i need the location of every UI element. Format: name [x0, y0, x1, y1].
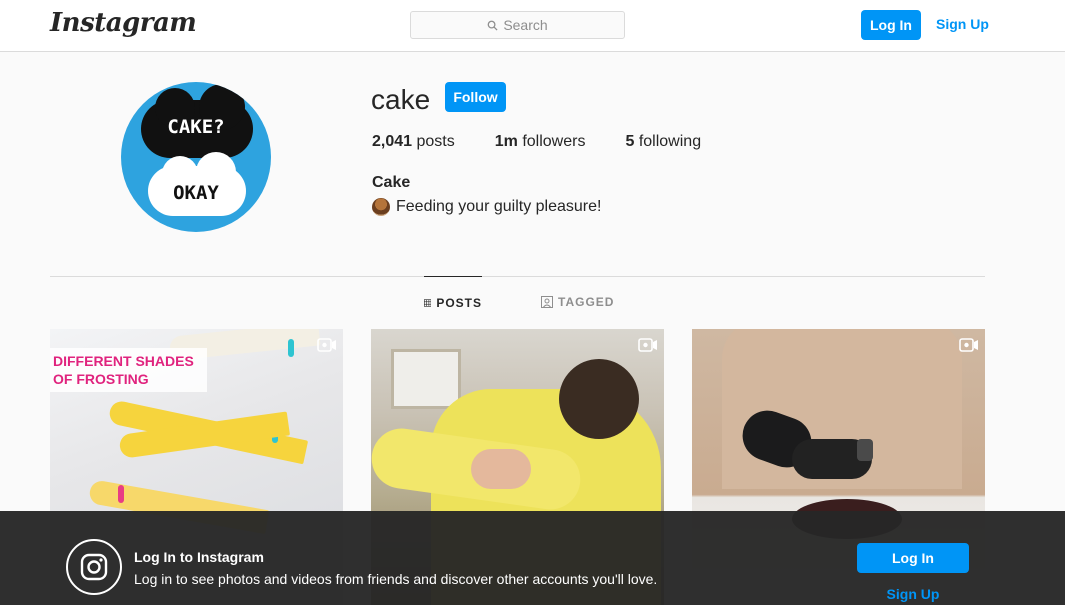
stat-following-value: 5 — [625, 133, 635, 150]
post-overlay-caption: DIFFERENT SHADES OF FROSTING — [50, 348, 207, 392]
banner-description: Log in to see photos and videos from fri… — [134, 571, 658, 587]
follow-button[interactable]: Follow — [445, 82, 506, 112]
login-button[interactable]: Log In — [861, 10, 921, 40]
video-icon — [638, 338, 657, 352]
tab-posts-label: POSTS — [436, 295, 482, 310]
avatar-top-text: CAKE? — [167, 116, 225, 138]
login-banner: Log In to Instagram Log in to see photos… — [0, 511, 1065, 605]
tab-posts[interactable]: POSTS — [424, 276, 482, 328]
stat-following[interactable]: 5 following — [625, 133, 701, 151]
stat-posts-label: posts — [416, 133, 455, 150]
stat-followers-label: followers — [522, 133, 586, 150]
post-overlay-line2: OF FROSTING — [53, 371, 149, 387]
top-navigation-bar: Instagram Search Log In Sign Up — [0, 0, 1065, 52]
cake-icon — [372, 198, 390, 216]
banner-title: Log In to Instagram — [134, 549, 264, 565]
person-hand — [471, 449, 531, 489]
stat-followers-value: 1m — [494, 133, 518, 150]
piping-tie — [288, 339, 294, 357]
stat-posts-value: 2,041 — [372, 133, 413, 150]
instagram-camera-icon — [66, 539, 122, 595]
instagram-logo[interactable]: Instagram — [50, 8, 197, 38]
profile-full-name: Cake — [372, 174, 411, 191]
profile-bio-text: Feeding your guilty pleasure! — [396, 198, 602, 215]
signup-link[interactable]: Sign Up — [936, 16, 989, 32]
search-placeholder: Search — [503, 17, 548, 33]
video-icon — [317, 338, 336, 352]
search-input[interactable]: Search — [410, 11, 625, 39]
profile-stats: 2,041 posts 1m followers 5 following — [372, 133, 741, 151]
video-icon — [959, 338, 978, 352]
grid-icon — [424, 298, 432, 307]
piping-tie — [118, 485, 124, 503]
tagged-icon — [541, 296, 553, 308]
profile-username: cake — [371, 84, 431, 115]
post-overlay-line1: DIFFERENT SHADES — [53, 353, 194, 369]
background-window — [391, 349, 461, 409]
profile-bio: Feeding your guilty pleasure! — [372, 198, 601, 216]
banner-signup-link[interactable]: Sign Up — [857, 586, 969, 602]
tab-tagged-label: TAGGED — [558, 295, 615, 309]
person-head — [559, 359, 639, 439]
tabs-divider — [50, 276, 985, 277]
stat-followers[interactable]: 1m followers — [495, 133, 586, 151]
wrist-watch — [857, 439, 873, 461]
banner-login-button[interactable]: Log In — [857, 543, 969, 573]
search-icon — [487, 20, 498, 31]
stat-posts: 2,041 posts — [372, 133, 455, 151]
avatar-bottom-text: OKAY — [173, 182, 219, 204]
profile-avatar[interactable]: CAKE? OKAY — [121, 82, 271, 232]
stat-following-label: following — [638, 133, 702, 150]
tab-tagged[interactable]: TAGGED — [541, 276, 614, 328]
